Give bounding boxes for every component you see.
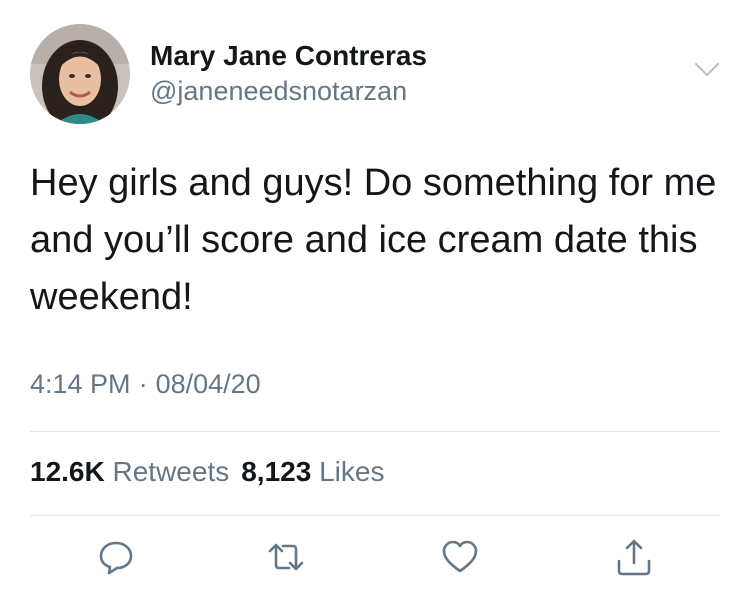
display-name[interactable]: Mary Jane Contreras xyxy=(150,40,427,72)
retweet-icon xyxy=(265,537,307,577)
divider xyxy=(30,515,720,516)
chevron-down-icon xyxy=(694,62,720,83)
divider xyxy=(30,431,720,432)
user-handle[interactable]: @janeneedsnotarzan xyxy=(150,76,407,107)
likes-label: Likes xyxy=(319,456,385,487)
share-icon xyxy=(614,536,654,578)
retweets-count: 12.6K xyxy=(30,456,105,487)
tweet-timestamp[interactable]: 4:14 PM · 08/04/20 xyxy=(30,369,261,400)
share-button[interactable] xyxy=(612,535,656,579)
tweet-date: 08/04/20 xyxy=(155,369,261,399)
timestamp-separator: · xyxy=(138,369,148,399)
more-options-button[interactable] xyxy=(690,58,724,86)
tweet-time: 4:14 PM xyxy=(30,369,131,399)
action-bar xyxy=(0,535,750,585)
reply-icon xyxy=(96,537,136,577)
likes-count: 8,123 xyxy=(241,456,312,487)
retweet-button[interactable] xyxy=(264,535,308,579)
tweet-card: Mary Jane Contreras @janeneedsnotarzan H… xyxy=(0,0,750,602)
retweets-label: Retweets xyxy=(112,456,230,487)
likes-link[interactable]: 8,123 Likes xyxy=(241,456,384,487)
heart-icon xyxy=(440,537,480,577)
avatar[interactable] xyxy=(30,24,130,124)
retweets-link[interactable]: 12.6K Retweets xyxy=(30,456,229,487)
engagement-stats: 12.6K Retweets 8,123 Likes xyxy=(30,456,384,488)
like-button[interactable] xyxy=(438,535,482,579)
tweet-text: Hey girls and guys! Do something for me … xyxy=(30,162,717,318)
reply-button[interactable] xyxy=(94,535,138,579)
